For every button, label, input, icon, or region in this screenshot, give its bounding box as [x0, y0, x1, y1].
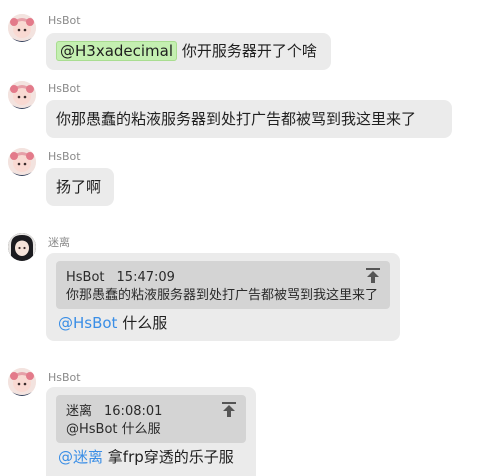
message-text: 扬了啊	[56, 178, 102, 196]
reply-line: @HsBot 什么服	[58, 313, 167, 333]
mention-tag[interactable]: @H3xadecimal	[56, 41, 178, 61]
message-bubble[interactable]: HsBot 15:47:09 你那愚蠢的粘液服务器到处打广告都被骂到我这里来了 @…	[46, 253, 400, 341]
message-bubble[interactable]: @H3xadecimal 你开服务器开了个啥	[46, 33, 331, 70]
message-bubble[interactable]: 扬了啊	[46, 168, 114, 206]
avatar-hsbot[interactable]	[8, 81, 36, 109]
quote-time: 16:08:01	[104, 404, 163, 419]
quote-header: 迷离 16:08:01	[66, 403, 236, 421]
avatar-mili[interactable]	[8, 233, 36, 261]
sender-name[interactable]: HsBot	[48, 82, 81, 96]
message-text: 什么服	[122, 314, 168, 332]
quote-author: HsBot	[66, 270, 105, 285]
message-text: 你那愚蠢的粘液服务器到处打广告都被骂到我这里来了	[56, 110, 417, 128]
quote-text: 你那愚蠢的粘液服务器到处打广告都被骂到我这里来了	[66, 288, 379, 303]
quoted-reply[interactable]: 迷离 16:08:01 @HsBot 什么服	[56, 395, 246, 443]
quoted-reply[interactable]: HsBot 15:47:09 你那愚蠢的粘液服务器到处打广告都被骂到我这里来了	[56, 261, 390, 309]
sender-name[interactable]: 迷离	[48, 236, 70, 250]
mention-link[interactable]: @迷离	[58, 448, 103, 466]
quote-time: 15:47:09	[116, 270, 175, 285]
anime-girl-avatar-icon	[8, 368, 36, 396]
avatar-hsbot[interactable]	[8, 148, 36, 176]
anime-girl-avatar-icon	[8, 148, 36, 176]
avatar-hsbot[interactable]	[8, 14, 36, 42]
quote-author: 迷离	[66, 404, 93, 419]
message-text: 拿frp穿透的乐子服	[107, 448, 234, 466]
jump-to-top-icon[interactable]	[366, 268, 380, 284]
quote-text: @HsBot 什么服	[66, 422, 161, 437]
message-bubble[interactable]: 迷离 16:08:01 @HsBot 什么服 @迷离 拿frp穿透的乐子服	[46, 387, 256, 476]
dark-hair-girl-avatar-icon	[8, 233, 36, 261]
message-text: 你开服务器开了个啥	[181, 42, 317, 60]
mention-link[interactable]: @HsBot	[58, 314, 117, 332]
quote-header: HsBot 15:47:09	[66, 269, 380, 287]
avatar-hsbot[interactable]	[8, 368, 36, 396]
jump-to-top-icon[interactable]	[222, 402, 236, 418]
anime-girl-avatar-icon	[8, 14, 36, 42]
sender-name[interactable]: HsBot	[48, 150, 81, 164]
reply-line: @迷离 拿frp穿透的乐子服	[58, 447, 234, 467]
sender-name[interactable]: HsBot	[48, 14, 81, 28]
anime-girl-avatar-icon	[8, 81, 36, 109]
sender-name[interactable]: HsBot	[48, 371, 81, 385]
message-bubble[interactable]: 你那愚蠢的粘液服务器到处打广告都被骂到我这里来了	[46, 100, 452, 138]
